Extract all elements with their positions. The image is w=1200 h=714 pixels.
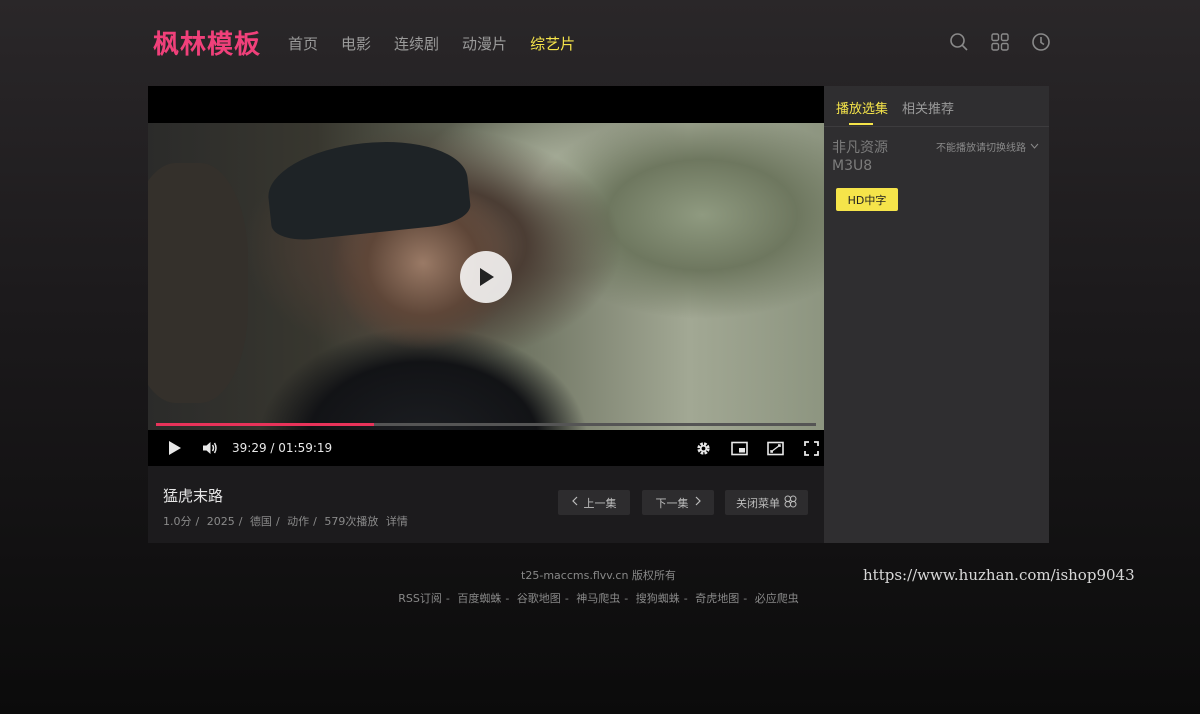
footer-link-qihoo[interactable]: 奇虎地图 bbox=[695, 592, 739, 605]
time-display: 39:29 / 01:59:19 bbox=[232, 441, 333, 455]
chevron-right-icon bbox=[695, 496, 701, 509]
progress-fill bbox=[156, 423, 375, 426]
clover-icon bbox=[784, 495, 797, 511]
tab-episodes[interactable]: 播放选集 bbox=[836, 98, 888, 117]
chevron-left-icon bbox=[571, 496, 578, 509]
fullscreen-icon bbox=[803, 440, 819, 456]
nav-home[interactable]: 首页 bbox=[288, 33, 318, 54]
volume-button[interactable] bbox=[202, 440, 218, 456]
progress-bar[interactable] bbox=[156, 423, 816, 426]
play-button[interactable] bbox=[168, 440, 182, 456]
prev-episode-label: 上一集 bbox=[583, 496, 617, 510]
prev-episode-button[interactable]: 上一集 bbox=[558, 490, 630, 515]
fullscreen-button[interactable] bbox=[802, 439, 820, 457]
episode-panel: 播放选集 相关推荐 非凡资源M3U8 不能播放请切换线路 HD中字 bbox=[824, 86, 1049, 543]
meta-score: 1.0分 bbox=[163, 515, 192, 528]
settings-button[interactable] bbox=[694, 439, 712, 457]
video-meta: 1.0分/ 2025/ 德国 / 动作/ 579次播放 详情 bbox=[163, 515, 408, 528]
footer-link-google[interactable]: 谷歌地图 bbox=[517, 592, 561, 605]
header-icons bbox=[948, 31, 1071, 53]
pip-button[interactable] bbox=[730, 439, 748, 457]
close-menu-button[interactable]: 关闭菜单 bbox=[725, 490, 808, 515]
footer-link-rss[interactable]: RSS订阅 bbox=[398, 592, 442, 605]
video-info-bar: 猛虎末路 1.0分/ 2025/ 德国 / 动作/ 579次播放 详情 上一集 下… bbox=[148, 466, 824, 543]
footer-link-shenma[interactable]: 神马爬虫 bbox=[576, 592, 620, 605]
tab-active-indicator bbox=[849, 123, 873, 125]
nav-series[interactable]: 连续剧 bbox=[394, 33, 439, 54]
video-title[interactable]: 猛虎末路 bbox=[163, 485, 223, 506]
nav-movie[interactable]: 电影 bbox=[341, 33, 371, 54]
volume-icon bbox=[203, 442, 217, 454]
grid-icon[interactable] bbox=[989, 31, 1011, 53]
meta-year[interactable]: 2025 bbox=[207, 515, 235, 528]
close-menu-label: 关闭菜单 bbox=[736, 496, 780, 510]
play-icon bbox=[480, 268, 494, 286]
widescreen-button[interactable] bbox=[766, 439, 784, 457]
next-episode-label: 下一集 bbox=[655, 496, 689, 510]
video-scene-tank bbox=[148, 163, 248, 403]
widescreen-icon bbox=[766, 441, 784, 455]
site-logo[interactable]: 枫林模板 bbox=[153, 24, 261, 61]
tab-related[interactable]: 相关推荐 bbox=[902, 98, 954, 117]
big-play-button[interactable] bbox=[460, 251, 512, 303]
settings-icon bbox=[696, 441, 710, 455]
meta-genre[interactable]: 动作 bbox=[287, 515, 309, 528]
player-controls: 39:29 / 01:59:19 bbox=[148, 430, 824, 466]
site-header: 枫林模板 首页 电影 连续剧 动漫片 综艺片 bbox=[0, 0, 1200, 86]
watermark-text: https://www.huzhan.com/ishop9043 bbox=[863, 566, 1135, 584]
footer-link-bing[interactable]: 必应爬虫 bbox=[755, 592, 799, 605]
video-frame[interactable] bbox=[148, 123, 824, 430]
footer-link-baidu[interactable]: 百度蜘蛛 bbox=[457, 592, 501, 605]
history-icon[interactable] bbox=[1030, 31, 1052, 53]
nav-anime[interactable]: 动漫片 bbox=[462, 33, 507, 54]
pip-icon bbox=[730, 441, 748, 455]
play-icon bbox=[169, 441, 181, 455]
nav-variety[interactable]: 综艺片 bbox=[530, 33, 575, 54]
detail-link[interactable]: 详情 bbox=[386, 515, 408, 528]
source-name: 非凡资源M3U8 bbox=[832, 140, 888, 174]
episode-button[interactable]: HD中字 bbox=[836, 188, 898, 211]
search-icon[interactable] bbox=[948, 31, 970, 53]
chevron-down-icon bbox=[1030, 141, 1039, 152]
meta-region[interactable]: 德国 bbox=[250, 515, 272, 528]
footer-link-sogou[interactable]: 搜狗蜘蛛 bbox=[636, 592, 680, 605]
switch-source-button[interactable]: 不能播放请切换线路 bbox=[936, 139, 1039, 154]
footer-links: RSS订阅 - 百度蜘蛛 - 谷歌地图 - 神马爬虫 - 搜狗蜘蛛 - 奇虎地图 - 必应爬… bbox=[398, 592, 799, 605]
meta-plays: 579次播放 bbox=[324, 515, 379, 528]
video-player: 39:29 / 01:59:19 bbox=[148, 86, 824, 466]
main-nav: 首页 电影 连续剧 动漫片 综艺片 bbox=[288, 33, 598, 54]
switch-source-hint: 不能播放请切换线路 bbox=[936, 143, 1026, 154]
panel-tabs: 播放选集 相关推荐 bbox=[824, 86, 1049, 127]
next-episode-button[interactable]: 下一集 bbox=[642, 490, 714, 515]
